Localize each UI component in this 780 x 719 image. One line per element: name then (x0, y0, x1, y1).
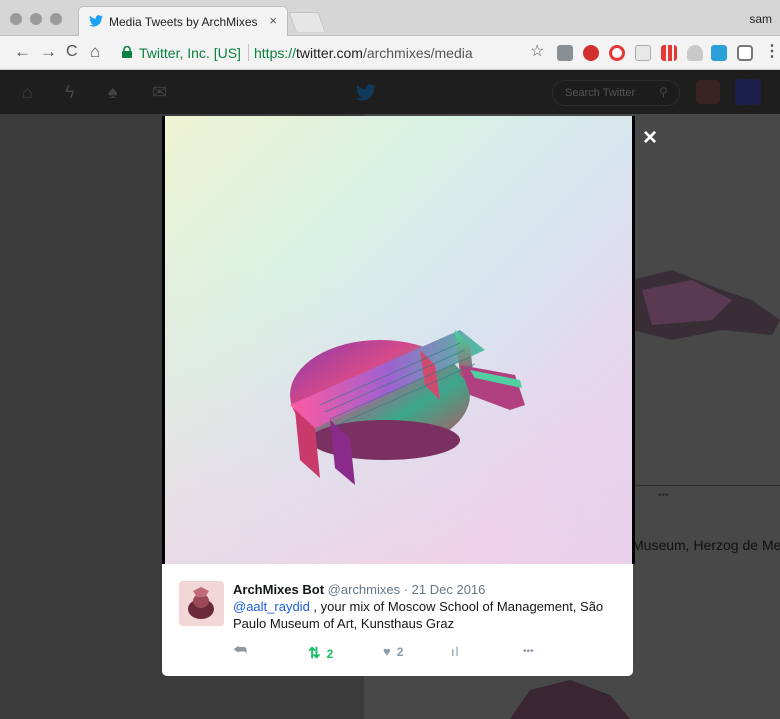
background-media-art-2 (510, 680, 630, 719)
tweet-author-name[interactable]: ArchMixes Bot (233, 582, 324, 597)
page-content: ⌂ ϟ ♠ ✉ Search Twitter ⚲ ••• Museum, Her… (0, 70, 780, 719)
tab-title: Media Tweets by ArchMixes Bot (109, 15, 259, 29)
tweet-header: ArchMixes Bot @archmixes · 21 Dec 2016 (233, 582, 486, 597)
twitter-nav-bar: ⌂ ϟ ♠ ✉ Search Twitter ⚲ (0, 70, 780, 114)
forward-button[interactable]: → (40, 42, 57, 62)
retweet-count: 2 (326, 647, 334, 661)
browser-toolbar: ← → C ⌂ Twitter, Inc. [US] https://twitt… (0, 36, 780, 70)
new-tab-button[interactable] (288, 12, 326, 32)
tweet-card: ArchMixes Bot @archmixes · 21 Dec 2016 @… (162, 564, 633, 676)
url-text[interactable]: https://twitter.com/archmixes/media (254, 45, 473, 61)
moments-icon[interactable]: ϟ (65, 82, 75, 103)
tweet-actions: ⮪ ⇅ 2 ♥ 2 ıl ••• (233, 642, 613, 662)
tweet-author-handle[interactable]: @archmixes (328, 582, 400, 597)
tab-strip: Media Tweets by ArchMixes Bot × sam (0, 0, 780, 36)
messages-icon[interactable]: ✉ (152, 82, 167, 103)
like-button[interactable]: ♥ 2 (383, 644, 403, 659)
browser-window: Media Tweets by ArchMixes Bot × sam ← → … (0, 0, 780, 719)
camera-icon[interactable] (737, 45, 753, 61)
background-divider (632, 485, 780, 486)
profile-avatar[interactable] (696, 80, 720, 104)
twitter-logo-icon (356, 84, 376, 101)
minimize-window-button[interactable] (30, 13, 42, 25)
reload-button[interactable]: C (66, 42, 78, 62)
heart-icon: ♥ (383, 644, 391, 659)
profile-name[interactable]: sam (749, 12, 772, 26)
omnibox-divider (248, 44, 249, 61)
reply-icon[interactable]: ⮪ (233, 642, 247, 659)
tweet-date[interactable]: 21 Dec 2016 (412, 582, 486, 597)
analytics-icon[interactable]: ıl (451, 644, 460, 659)
home-button[interactable]: ⌂ (90, 42, 100, 62)
tweet-text: @aalt_raydid , your mix of Moscow School… (233, 599, 604, 631)
home-icon[interactable]: ⌂ (22, 82, 33, 103)
lightbox-edge-right (632, 116, 635, 564)
page-icon[interactable] (635, 45, 651, 61)
retweet-button[interactable]: ⇅ 2 (308, 644, 333, 662)
more-options-icon[interactable]: ••• (523, 646, 534, 657)
tweet-mention-link[interactable]: @aalt_raydid (233, 599, 310, 614)
retweet-icon: ⇅ (308, 645, 321, 662)
cloud-icon[interactable] (687, 45, 703, 61)
search-icon[interactable]: ⚲ (659, 85, 668, 99)
background-media-art (632, 270, 780, 340)
tweet-author-avatar[interactable] (179, 581, 224, 626)
like-count: 2 (396, 645, 404, 659)
zoom-window-button[interactable] (50, 13, 62, 25)
lock-icon (122, 46, 132, 58)
background-more-icon: ••• (658, 490, 669, 501)
browser-menu-icon[interactable]: ⋮ (764, 42, 780, 62)
bookmark-star-icon[interactable]: ☆ (530, 41, 544, 61)
extension-bars-icon[interactable] (661, 45, 677, 61)
tab-close-icon[interactable]: × (269, 13, 277, 28)
architecture-mix-artwork (290, 330, 525, 485)
opera-icon[interactable] (609, 45, 625, 61)
compose-tweet-button[interactable] (735, 79, 761, 105)
extension-t-icon[interactable] (557, 45, 573, 61)
address-bar[interactable]: Twitter, Inc. [US] https://twitter.com/a… (112, 41, 552, 65)
extension-blue-icon[interactable] (711, 45, 727, 61)
lightbox-close-icon[interactable]: × (643, 124, 657, 152)
avatar-artwork (179, 581, 224, 626)
close-window-button[interactable] (10, 13, 22, 25)
search-input[interactable]: Search Twitter ⚲ (552, 80, 680, 106)
background-tweet-text: Museum, Herzog de Me (632, 537, 780, 553)
browser-tab[interactable]: Media Tweets by ArchMixes Bot × (78, 6, 288, 36)
search-placeholder: Search Twitter (565, 87, 636, 99)
back-button[interactable]: ← (14, 42, 31, 62)
notifications-icon[interactable]: ♠ (108, 82, 118, 103)
twitter-bird-icon (89, 15, 103, 27)
secure-label: Twitter, Inc. [US] (139, 45, 241, 61)
pinterest-icon[interactable] (583, 45, 599, 61)
